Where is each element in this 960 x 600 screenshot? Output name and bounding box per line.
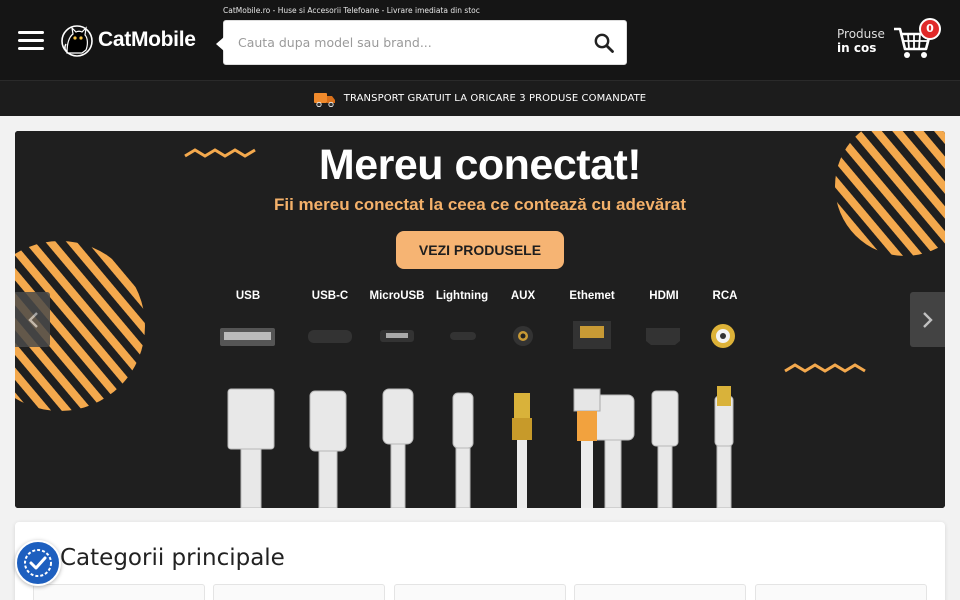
logo-text: CatMobile [98,28,196,51]
site-header: CatMobile.ro - Huse si Accesorii Telefoa… [0,0,960,80]
menu-icon[interactable] [18,31,44,51]
slider-next-button[interactable] [910,292,945,347]
port-label: RCA [712,290,738,302]
accessibility-check-icon [24,549,52,577]
port-label: Ethemet [569,290,615,302]
category-card[interactable] [574,584,746,600]
port-strip [190,313,770,360]
delivery-truck-icon [313,92,335,107]
hero-title: Mereu conectat! [318,141,642,189]
category-card[interactable] [213,584,385,600]
category-card[interactable] [755,584,927,600]
header-tagline: CatMobile.ro - Huse si Accesorii Telefoa… [223,6,480,15]
cart-count-badge: 0 [919,18,941,40]
search-bar [216,20,627,65]
cart-label-line1: Produse [837,27,885,41]
port-label: HDMI [649,290,679,302]
port-label: USB [235,290,261,302]
category-card[interactable] [33,584,205,600]
chevron-left-icon [27,311,38,328]
hero-subtitle: Fii mereu conectat la ceea ce contează c… [274,195,686,214]
search-input[interactable] [238,21,578,64]
accessibility-button[interactable] [15,540,61,586]
cart-label[interactable]: Produse in cos [837,27,885,55]
category-card[interactable] [394,584,566,600]
categories-title: Categorii principale [60,545,285,571]
hero-banner[interactable]: Mereu conectat! Fii mereu conectat la ce… [15,131,945,508]
port-label: Lightning [435,290,489,302]
search-icon[interactable] [592,31,616,55]
port-label: AUX [510,290,536,302]
chevron-right-icon [922,311,933,328]
search-notch [216,37,224,51]
site-logo[interactable]: CatMobile [60,21,196,59]
port-label: MicroUSB [369,290,425,302]
cart-label-line2: in cos [837,41,877,55]
main-categories-section: Categorii principale [15,522,945,600]
port-labels: USB USB-C MicroUSB Lightning AUX Ethemet… [190,290,770,306]
view-products-button[interactable]: VEZI PRODUSELE [396,231,564,269]
free-shipping-bar: TRANSPORT GRATUIT LA ORICARE 3 PRODUSE C… [0,80,960,116]
port-label: USB-C [311,290,349,302]
slider-prev-button[interactable] [15,292,50,347]
cat-logo-icon [61,25,93,57]
promo-text: TRANSPORT GRATUIT LA ORICARE 3 PRODUSE C… [343,93,647,104]
